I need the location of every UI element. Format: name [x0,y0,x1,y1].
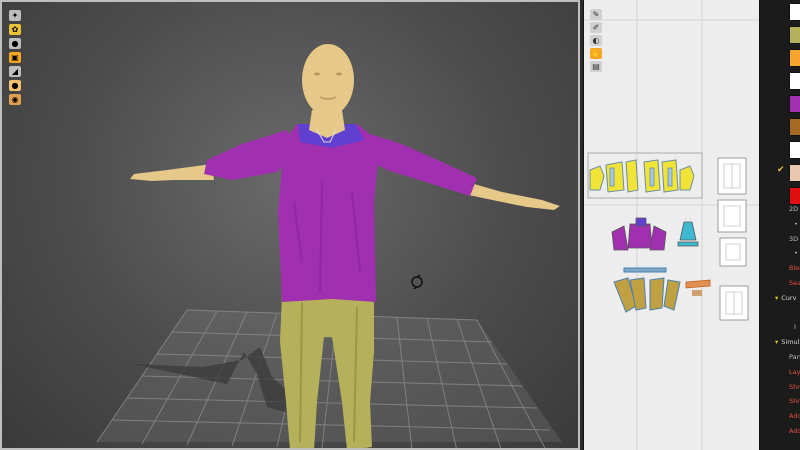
fabric-swatch-row[interactable] [761,69,800,92]
hand-tool-icon[interactable]: ✋ [590,48,602,59]
property-item: • [761,217,800,232]
property-label: Blen [789,264,800,273]
property-item: Part [761,350,800,365]
pen-tool-icon[interactable]: ✎ [590,9,602,20]
fabric-swatch[interactable] [789,163,800,182]
property-item: Shri [761,380,800,395]
rotate-cursor-icon [411,275,423,289]
property-item: Blen [761,261,800,276]
property-label: Part [789,352,800,361]
fabric-swatch[interactable] [789,117,800,136]
property-item: I [761,320,800,335]
pattern-thumbnails [717,157,749,321]
avatar-head [302,44,354,116]
fabric-swatch-row[interactable]: ✔ [761,161,800,184]
property-item: Sea [761,276,800,291]
2d-toolbar: ✎ ✐ ◐ ✋ ▤ [590,9,604,72]
3d-scene[interactable] [2,2,580,450]
avatar-icon[interactable]: ● [9,38,21,49]
clo3d-app: ✦ ✿ ● ▣ ◢ ● ◉ ✎ ✐ ◐ ✋ ▤ ✔ 2D • 3D • Ble … [0,0,800,450]
property-label: • [794,219,798,228]
fabric-swatch[interactable] [789,25,800,44]
fabric-swatch-row[interactable] [761,138,800,161]
fabric-swatch[interactable] [789,2,800,21]
property-label: I [794,323,796,332]
2d-pattern-window[interactable]: ✎ ✐ ◐ ✋ ▤ [583,0,760,450]
texture-display-icon[interactable]: ✿ [9,24,21,35]
fabric-swatch-list: ✔ [761,0,800,207]
yellow-pattern-pieces [589,159,695,193]
expand-triangle-icon[interactable]: ▾ [775,338,778,346]
property-label: Curv [781,293,797,302]
pattern-canvas[interactable] [584,0,760,450]
property-label: Add [789,412,800,421]
property-item: • [761,246,800,261]
avatar-display-icon[interactable]: ✦ [9,10,21,21]
body-shade-icon[interactable]: ◉ [9,94,21,105]
property-label: Shri [789,382,800,391]
brush-tool-icon[interactable]: ✐ [590,22,602,33]
property-label: Sea [789,278,800,287]
3d-toolbar: ✦ ✿ ● ▣ ◢ ● ◉ [9,10,23,105]
property-label: Lay [789,367,800,376]
property-item: Shri [761,394,800,409]
tunic-top [278,124,380,302]
property-item: 2D [761,202,800,217]
purple-pattern-pieces [611,217,699,251]
fabric-swatch-row[interactable] [761,92,800,115]
skin-icon[interactable]: ● [9,80,21,91]
check-icon: ✔ [777,165,785,175]
fabric-swatch[interactable] [789,71,800,90]
fabric-swatch-row[interactable] [761,115,800,138]
expand-triangle-icon[interactable]: ▾ [775,294,778,302]
property-editor-panel: ✔ 2D•3D•BlenSea▾CurvI▾SimulatPartLayShri… [761,0,800,450]
fabric-swatch[interactable] [789,140,800,159]
property-item: Add [761,424,800,439]
property-item[interactable]: ▾ Curv [761,291,800,306]
property-label: Add [789,426,800,435]
property-label: 3D [789,234,799,243]
button-tool-icon[interactable]: ◐ [590,35,602,46]
property-label: Simulat [781,338,800,347]
property-label: • [794,249,798,258]
property-item: Add [761,409,800,424]
property-item [761,306,800,321]
right-arm [464,182,560,210]
accessory-pieces [685,279,711,296]
fabric-swatch-row[interactable] [761,23,800,46]
pants-pattern-pieces [613,267,681,313]
left-arm [130,164,214,181]
property-item[interactable]: ▾Simulat [761,335,800,350]
property-item: Lay [761,365,800,380]
garment-display-icon[interactable]: ▣ [9,52,21,63]
simulation-quality-icon[interactable]: ◢ [9,66,21,77]
3d-viewport[interactable]: ✦ ✿ ● ▣ ◢ ● ◉ [0,0,580,450]
property-label: 2D [789,205,799,213]
property-label: Shri [789,397,800,406]
property-item: 3D [761,232,800,247]
fabric-swatch[interactable] [789,94,800,113]
fabric-swatch-row[interactable] [761,0,800,23]
fabric-swatch[interactable] [789,48,800,67]
layer-tool-icon[interactable]: ▤ [590,61,602,72]
property-list: 2D•3D•BlenSea▾CurvI▾SimulatPartLayShriSh… [761,202,800,439]
fabric-swatch-row[interactable] [761,46,800,69]
